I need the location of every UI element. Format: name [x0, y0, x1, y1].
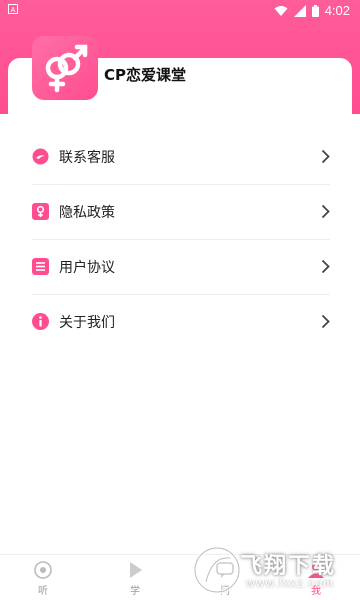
info-icon — [32, 313, 49, 330]
battery-icon — [311, 4, 319, 17]
menu-item-about-us[interactable]: 关于我们 — [32, 295, 330, 350]
chevron-right-icon — [321, 149, 330, 164]
menu-item-user-agreement[interactable]: 用户协议 — [32, 240, 330, 295]
menu-item-label: 用户协议 — [59, 260, 115, 276]
gender-symbol-icon — [45, 44, 88, 93]
chevron-right-icon — [321, 314, 330, 329]
watermark: 飞翔下载 www.fxxz.com — [192, 540, 360, 600]
svg-text:A: A — [11, 7, 16, 14]
notification-icon: A — [8, 4, 18, 14]
listen-icon — [34, 561, 52, 579]
status-bar: A 4:02 — [0, 0, 360, 22]
chevron-right-icon — [321, 259, 330, 274]
app-name: CP恋爱课堂 — [104, 66, 187, 84]
nav-label: 学 — [130, 586, 140, 597]
menu-item-privacy-policy[interactable]: 隐私政策 — [32, 185, 330, 240]
menu-item-label: 联系客服 — [59, 150, 115, 166]
status-time: 4:02 — [324, 3, 350, 18]
watermark-logo-icon — [193, 546, 241, 594]
nav-tab-listen[interactable]: 听 — [23, 561, 63, 597]
menu-item-contact-service[interactable]: 联系客服 — [32, 130, 330, 185]
menu-item-label: 关于我们 — [59, 315, 115, 331]
watermark-url: www.fxxz.com — [246, 576, 335, 590]
app-logo — [32, 36, 98, 100]
nav-label: 听 — [38, 586, 48, 597]
settings-menu: 联系客服 隐私政策 用户协议 关于我们 — [0, 130, 360, 350]
nav-tab-learn[interactable]: 学 — [115, 561, 155, 597]
signal-icon — [293, 4, 306, 17]
menu-item-label: 隐私政策 — [59, 205, 115, 221]
chat-bubble-icon — [32, 148, 49, 165]
play-icon — [130, 562, 142, 578]
privacy-icon — [32, 203, 49, 220]
wifi-icon — [274, 5, 288, 16]
document-icon — [32, 258, 49, 275]
chevron-right-icon — [321, 204, 330, 219]
